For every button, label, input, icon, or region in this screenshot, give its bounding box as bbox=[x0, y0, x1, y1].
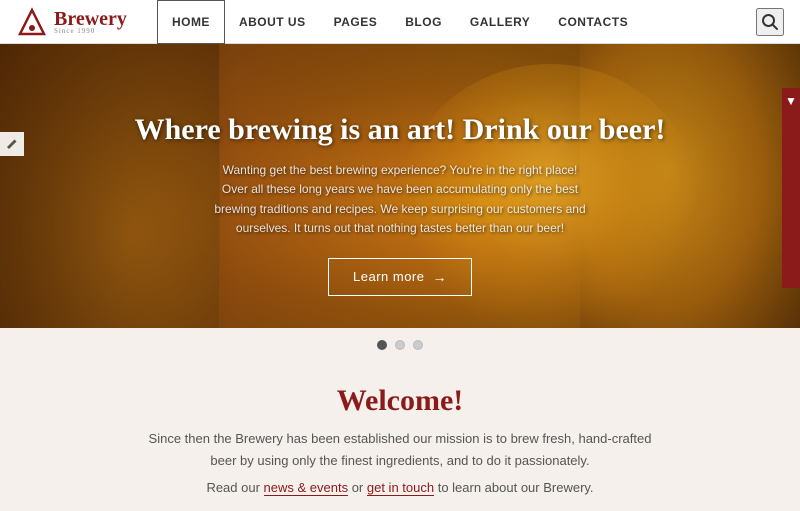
header: Brewery Since 1990 HOME ABOUT US PAGES B… bbox=[0, 0, 800, 44]
nav-contacts[interactable]: CONTACTS bbox=[544, 0, 642, 44]
main-nav: HOME ABOUT US PAGES BLOG GALLERY CONTACT… bbox=[157, 0, 756, 44]
nav-blog[interactable]: BLOG bbox=[391, 0, 456, 44]
nav-pages[interactable]: PAGES bbox=[320, 0, 392, 44]
news-events-link[interactable]: news & events bbox=[264, 480, 349, 496]
welcome-links: Read our news & events or get in touch t… bbox=[100, 480, 700, 495]
get-in-touch-link[interactable]: get in touch bbox=[367, 480, 434, 496]
scroll-arrow[interactable]: ▼ bbox=[782, 88, 800, 288]
nav-about[interactable]: ABOUT US bbox=[225, 0, 320, 44]
learn-more-button[interactable]: Learn more → bbox=[328, 258, 472, 296]
hero-subtitle-line1: Wanting get the best brewing experience?… bbox=[223, 163, 578, 177]
hero-section: ▼ Where brewing is an art! Drink our bee… bbox=[0, 44, 800, 362]
or-text: or bbox=[348, 480, 367, 495]
slide-dot-1[interactable] bbox=[377, 340, 387, 350]
welcome-section: Welcome! Since then the Brewery has been… bbox=[0, 362, 800, 511]
search-button[interactable] bbox=[756, 8, 784, 36]
hero-title: Where brewing is an art! Drink our beer! bbox=[135, 110, 666, 149]
hero-subtitle-body: Over all these long years we have been a… bbox=[214, 182, 585, 234]
logo[interactable]: Brewery Since 1990 bbox=[16, 6, 127, 38]
edit-icon bbox=[6, 138, 18, 150]
logo-text-group: Brewery Since 1990 bbox=[54, 8, 127, 35]
nav-gallery[interactable]: GALLERY bbox=[456, 0, 544, 44]
bottom-text: to learn about our Brewery. bbox=[434, 480, 593, 495]
search-icon bbox=[761, 13, 779, 31]
welcome-text: Since then the Brewery has been establis… bbox=[140, 428, 660, 472]
read-our-text: Read our bbox=[206, 480, 263, 495]
welcome-title: Welcome! bbox=[100, 384, 700, 418]
arrow-down-icon: ▼ bbox=[785, 94, 797, 109]
learn-more-label: Learn more bbox=[353, 269, 424, 284]
hero-content: Where brewing is an art! Drink our beer!… bbox=[0, 44, 800, 362]
slide-navigation bbox=[0, 328, 800, 362]
slide-dot-2[interactable] bbox=[395, 340, 405, 350]
arrow-right-icon: → bbox=[432, 269, 447, 285]
edit-button[interactable] bbox=[0, 132, 24, 156]
logo-icon bbox=[16, 6, 48, 38]
slide-dot-3[interactable] bbox=[413, 340, 423, 350]
nav-home[interactable]: HOME bbox=[157, 0, 225, 44]
hero-subtitle: Wanting get the best brewing experience?… bbox=[210, 161, 590, 238]
